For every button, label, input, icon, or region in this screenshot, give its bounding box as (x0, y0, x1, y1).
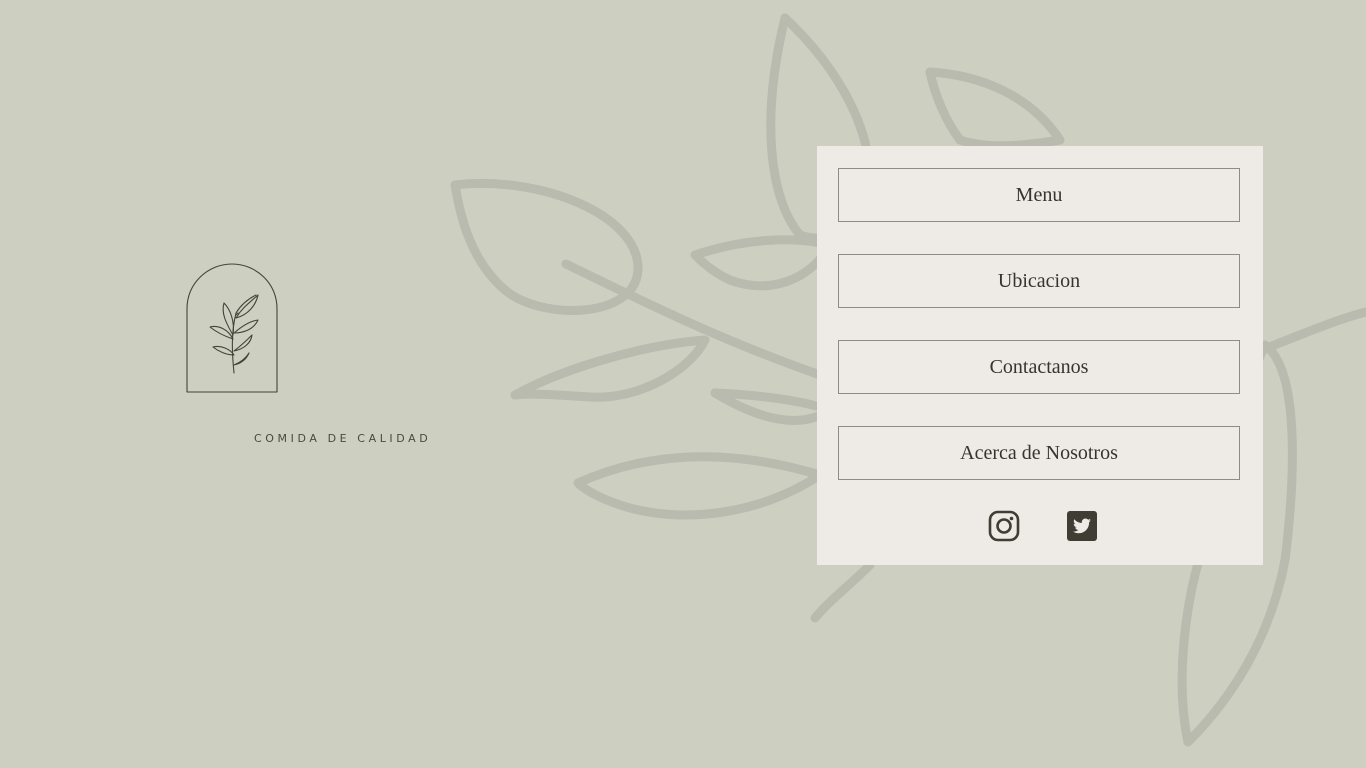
twitter-icon[interactable] (1066, 510, 1098, 542)
instagram-icon[interactable] (988, 510, 1020, 542)
navigation-panel: Menu Ubicacion Contactanos Acerca de Nos… (817, 146, 1263, 565)
menu-button[interactable]: Menu (838, 168, 1240, 222)
contactanos-button[interactable]: Contactanos (838, 340, 1240, 394)
ubicacion-button[interactable]: Ubicacion (838, 254, 1240, 308)
tagline: COMIDA DE CALIDAD (254, 432, 432, 445)
logo-leaf-branch-icon (186, 263, 278, 393)
acerca-de-nosotros-button[interactable]: Acerca de Nosotros (838, 426, 1240, 480)
